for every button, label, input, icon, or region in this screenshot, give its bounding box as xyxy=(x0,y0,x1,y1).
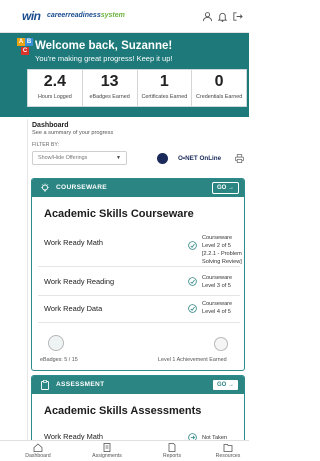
home-icon xyxy=(33,443,43,452)
assessment-go-button[interactable]: GO → xyxy=(212,379,239,391)
onet-online-link[interactable]: O•NET OnLine xyxy=(178,155,221,162)
courseware-row-reading[interactable]: Work Ready Reading xyxy=(44,277,114,286)
ebadges-count: eBadges: 5 / 15 xyxy=(40,357,78,363)
nav-reports[interactable]: Reports xyxy=(147,443,197,459)
abc-blocks-icon: A B C xyxy=(17,38,33,55)
onet-logo-icon[interactable] xyxy=(157,153,168,164)
nav-assignments[interactable]: Assignments xyxy=(82,443,132,459)
offerings-dropdown[interactable]: Show/Hide Offerings ▼ xyxy=(32,151,127,165)
stat-certificates-earned: 1 Certificates Earned xyxy=(138,70,193,106)
assessment-title: Academic Skills Assessments xyxy=(44,405,202,417)
divider xyxy=(38,295,240,296)
courseware-card: COURSEWARE GO → Academic Skills Coursewa… xyxy=(31,178,245,371)
lightbulb-icon xyxy=(41,183,49,192)
courseware-title: Academic Skills Courseware xyxy=(44,208,194,220)
courseware-status-data: Courseware Level 4 of 5 xyxy=(202,301,233,315)
divider xyxy=(38,322,240,323)
progress-icon xyxy=(188,241,197,250)
stats-panel: 2.4 Hours Logged 13 eBadges Earned 1 Certif… xyxy=(27,69,247,107)
assessment-header: ASSESSMENT GO → xyxy=(32,376,244,394)
welcome-title: Welcome back, Suzanne! xyxy=(35,40,173,52)
courseware-row-data[interactable]: Work Ready Data xyxy=(44,304,102,313)
bell-icon[interactable] xyxy=(217,11,228,22)
stat-ebadges-earned: 13 eBadges Earned xyxy=(83,70,138,106)
courseware-status-reading: Courseware Level 3 of 5 xyxy=(202,275,233,289)
resources-icon xyxy=(223,444,233,452)
chevron-down-icon: ▼ xyxy=(116,155,121,161)
reports-icon xyxy=(168,443,176,452)
courseware-row-math[interactable]: Work Ready Math xyxy=(44,238,103,247)
dashboard-title: Dashboard xyxy=(32,122,69,129)
ebadge-icon[interactable] xyxy=(48,335,64,351)
stat-credentials-earned: 0 Credentials Earned xyxy=(196,73,243,100)
top-bar: win careerreadinesssystem xyxy=(0,0,249,33)
clipboard-icon xyxy=(41,380,49,390)
progress-icon xyxy=(188,277,197,286)
logout-icon[interactable] xyxy=(232,11,243,22)
progress-icon xyxy=(188,304,197,313)
filter-label: FILTER BY: xyxy=(32,142,59,148)
courseware-status-math: Courseware Level 2 of 5 [2.2.1 - Problem… xyxy=(202,235,242,265)
courseware-go-button[interactable]: GO → xyxy=(212,182,239,194)
print-icon[interactable] xyxy=(235,154,244,163)
courseware-header-label: COURSEWARE xyxy=(56,184,107,191)
bottom-nav: Dashboard Assignments Reports Resources xyxy=(0,440,249,461)
nav-dashboard[interactable]: Dashboard xyxy=(13,443,63,459)
divider xyxy=(38,266,240,267)
user-icon[interactable] xyxy=(202,11,213,22)
assessment-header-label: ASSESSMENT xyxy=(56,381,105,388)
courseware-header: COURSEWARE GO → xyxy=(32,179,244,197)
stat-hours-logged: 2.4 Hours Logged xyxy=(28,70,83,106)
assignments-icon xyxy=(103,443,111,452)
dashboard-subtitle: See a summary of your progress xyxy=(32,130,114,136)
nav-resources[interactable]: Resources xyxy=(203,443,253,459)
welcome-subtitle: You're making great progress! Keep it up… xyxy=(35,54,173,63)
logo-subtitle: careerreadinesssystem xyxy=(47,12,125,19)
win-logo[interactable]: win xyxy=(22,9,41,23)
dashboard-panel: Dashboard See a summary of your progress… xyxy=(27,119,247,461)
achievement-icon[interactable] xyxy=(214,337,228,351)
achievement-label: Level 1 Achievement Earned xyxy=(158,357,227,363)
